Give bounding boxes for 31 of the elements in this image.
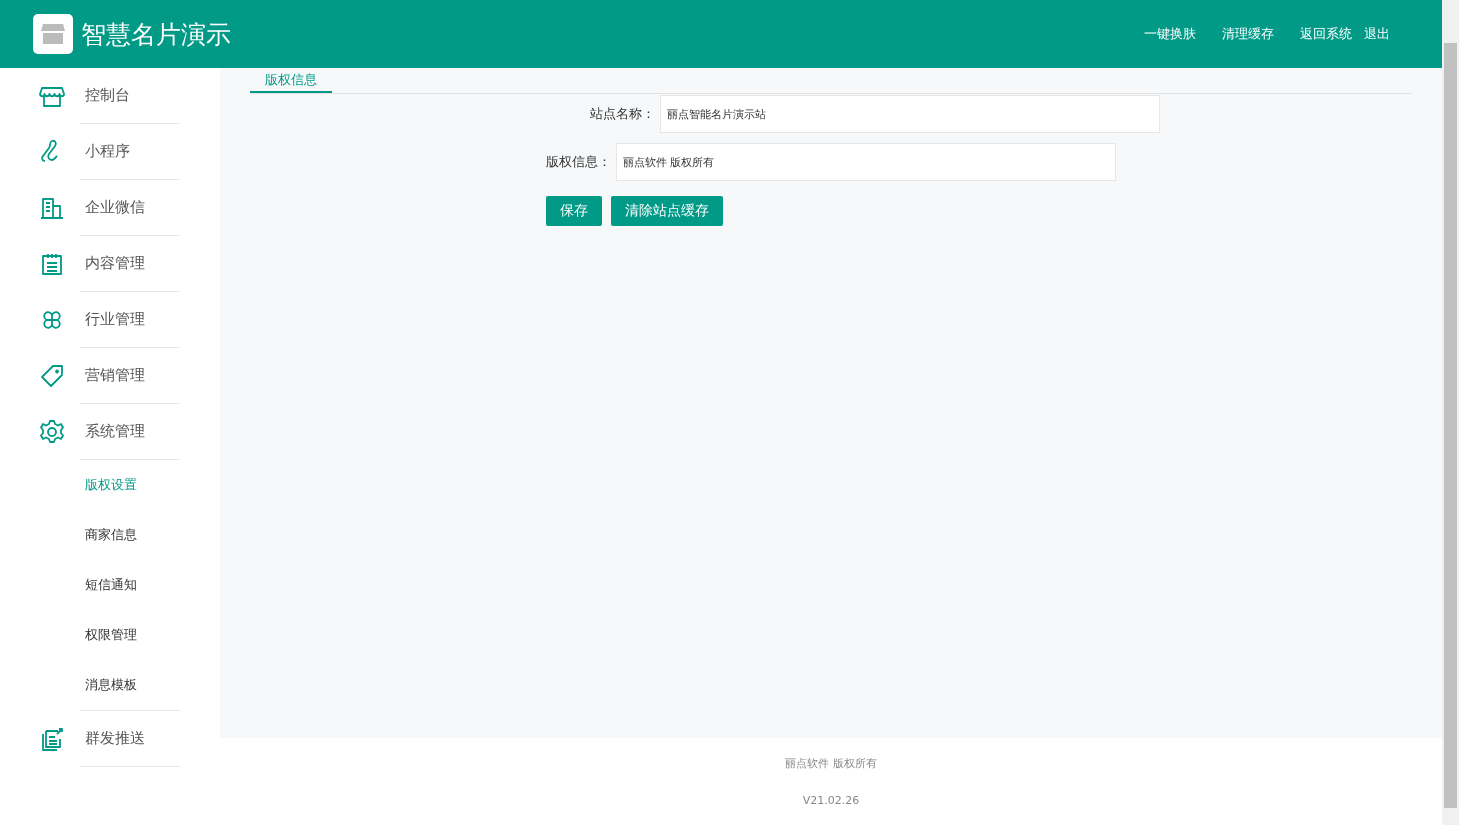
header-link[interactable]: 退出 bbox=[1364, 25, 1390, 43]
sidebar-item[interactable]: 行业管理 bbox=[80, 292, 180, 348]
sidebar-item[interactable]: 群发推送 bbox=[80, 711, 180, 767]
gear-icon bbox=[39, 418, 65, 445]
sidebar-item[interactable]: 控制台 bbox=[80, 68, 180, 124]
scrollbar[interactable] bbox=[1442, 0, 1459, 825]
submenu-item[interactable]: 权限管理 bbox=[80, 610, 180, 660]
action-button[interactable]: 清除站点缓存 bbox=[611, 196, 723, 226]
version-text: V21.02.26 bbox=[802, 794, 860, 808]
text-field[interactable]: 丽点智能名片演示站 bbox=[660, 95, 1160, 133]
submenu-item[interactable]: 版权设置 bbox=[80, 460, 180, 510]
submenu-item[interactable]: 短信通知 bbox=[80, 560, 180, 610]
edit-icon bbox=[39, 725, 65, 752]
sidebar-item[interactable]: 营销管理 bbox=[80, 348, 180, 404]
sidebar-item[interactable]: 小程序 bbox=[80, 124, 180, 180]
sidebar-item[interactable]: 系统管理 bbox=[80, 404, 180, 460]
field-label: 版权信息： bbox=[546, 153, 612, 171]
sidebar-item[interactable]: 企业微信 bbox=[80, 180, 180, 236]
action-button[interactable]: 保存 bbox=[546, 196, 602, 226]
field-label: 站点名称： bbox=[590, 105, 656, 123]
header-link[interactable]: 一键换肤 bbox=[1144, 25, 1196, 43]
submenu-item[interactable]: 消息模板 bbox=[80, 660, 180, 711]
submenu-item[interactable]: 商家信息 bbox=[80, 510, 180, 560]
app-title: 智慧名片演示 bbox=[81, 18, 231, 51]
copyright-text: 丽点软件 版权所有 bbox=[785, 755, 877, 771]
tag-icon bbox=[39, 362, 65, 389]
sidebar-item[interactable]: 内容管理 bbox=[80, 236, 180, 292]
text-field[interactable]: 丽点软件 版权所有 bbox=[616, 143, 1116, 181]
header-link[interactable]: 清理缓存 bbox=[1222, 25, 1274, 43]
header-link[interactable]: 返回系统 bbox=[1300, 25, 1352, 43]
store-icon bbox=[33, 14, 73, 54]
